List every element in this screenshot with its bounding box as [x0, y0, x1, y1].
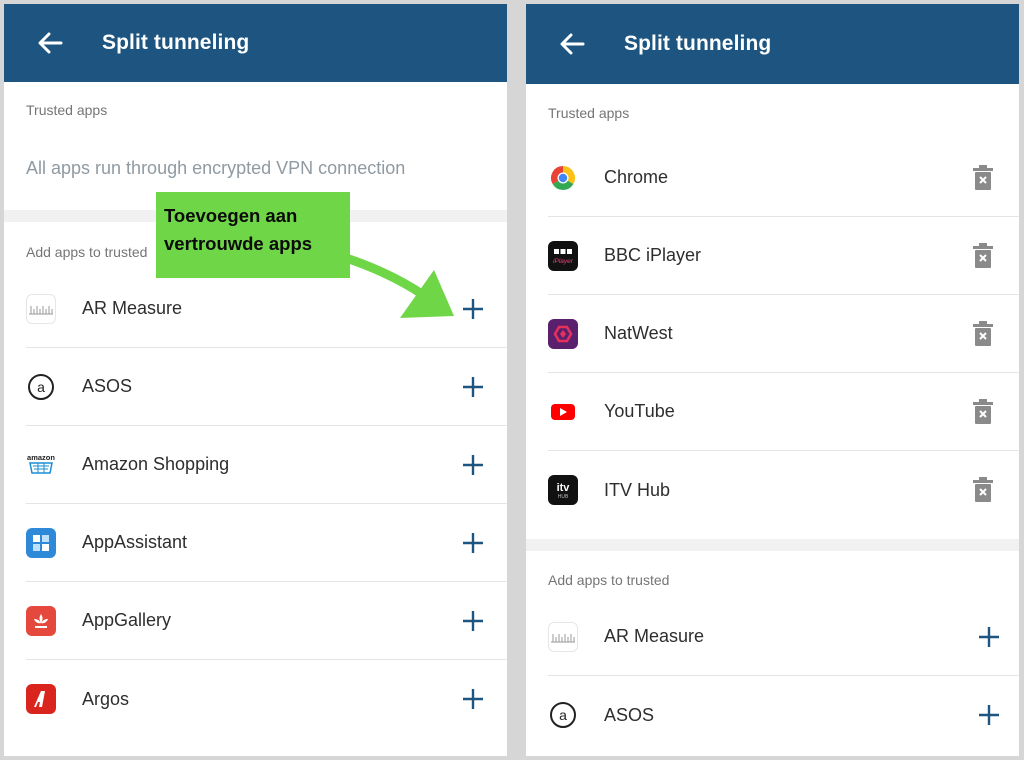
- back-arrow-icon: [560, 33, 585, 55]
- list-item: NatWest: [548, 295, 1019, 373]
- app-name: ITV Hub: [604, 479, 671, 500]
- bbc-iplayer-icon: iPlayer: [548, 240, 578, 271]
- add-button[interactable]: [453, 523, 493, 563]
- svg-text:iPlayer: iPlayer: [553, 258, 574, 265]
- list-item: a ASOS: [26, 348, 507, 426]
- list-item: AppAssistant: [26, 504, 507, 582]
- plus-icon: [463, 376, 483, 397]
- add-apps-label: Add apps to trusted: [548, 572, 670, 588]
- plus-icon: [463, 532, 483, 553]
- itv-hub-icon: itv HUB: [548, 475, 578, 505]
- app-name: Amazon Shopping: [82, 454, 230, 474]
- add-button[interactable]: [453, 445, 493, 485]
- back-button[interactable]: [24, 4, 76, 82]
- natwest-icon: [548, 318, 578, 349]
- svg-text:itv: itv: [557, 482, 571, 494]
- add-button[interactable]: [453, 679, 493, 719]
- delete-button[interactable]: [963, 392, 1003, 432]
- youtube-icon: [548, 397, 578, 427]
- app-name: Chrome: [604, 167, 669, 187]
- asos-icon: a: [26, 372, 56, 402]
- svg-text:a: a: [559, 707, 567, 723]
- plus-icon: [463, 454, 483, 475]
- list-item: iPlayer BBC iPlayer: [548, 217, 1019, 295]
- trusted-empty-note: All apps run through encrypted VPN conne…: [26, 158, 406, 178]
- list-item: YouTube: [548, 373, 1019, 451]
- plus-icon: [463, 689, 483, 709]
- back-arrow-icon: [38, 32, 63, 54]
- plus-icon: [979, 705, 999, 725]
- delete-button[interactable]: [963, 158, 1003, 198]
- callout-arrow-icon: [342, 253, 454, 318]
- callout-line-2: vertrouwde apps: [164, 233, 313, 254]
- trusted-apps-label: Trusted apps: [26, 102, 108, 118]
- app-name: AppAssistant: [82, 532, 188, 552]
- list-item: a ASOS: [548, 676, 1019, 754]
- add-button[interactable]: [969, 617, 1009, 657]
- appgallery-icon: [26, 605, 56, 636]
- svg-text:a: a: [37, 379, 45, 395]
- add-button[interactable]: [453, 601, 493, 641]
- delete-button[interactable]: [963, 470, 1003, 510]
- annotation-callout: Toevoegen aan vertrouwde apps: [156, 192, 350, 278]
- svg-text:amazon: amazon: [27, 453, 55, 462]
- plus-icon: [979, 626, 999, 647]
- back-button[interactable]: [546, 5, 598, 83]
- trusted-apps-label: Trusted apps: [548, 105, 630, 121]
- appassistant-icon: [26, 527, 56, 558]
- ar-measure-icon: [26, 293, 56, 324]
- asos-icon: a: [548, 700, 578, 730]
- page-title: Split tunneling: [102, 31, 250, 54]
- app-name: NatWest: [604, 323, 673, 343]
- trusted-app-list: Chrome iPlayer BBC iPlayer NatWest YouTu…: [526, 139, 1019, 529]
- ar-measure-icon: [548, 621, 578, 652]
- amazon-shopping-icon: amazon: [26, 449, 56, 480]
- app-name: ASOS: [82, 376, 133, 396]
- svg-text:HUB: HUB: [558, 494, 569, 500]
- right-screen: Split tunneling Trusted apps Chrome iPla…: [526, 4, 1019, 756]
- chrome-icon: [548, 163, 578, 193]
- argos-icon: [26, 684, 56, 714]
- list-item: AR Measure: [548, 598, 1019, 676]
- add-button[interactable]: [453, 367, 493, 407]
- trash-icon: [973, 164, 993, 190]
- trash-icon: [973, 242, 993, 268]
- page-title: Split tunneling: [624, 32, 772, 55]
- callout-line-1: Toevoegen aan: [164, 205, 298, 226]
- left-screen: Split tunneling Trusted apps All apps ru…: [4, 4, 507, 756]
- list-item: AppGallery: [26, 582, 507, 660]
- delete-button[interactable]: [963, 236, 1003, 276]
- add-app-list: AR Measure a ASOS amazon Amazon Shopping…: [4, 270, 507, 738]
- list-item: amazon Amazon Shopping: [26, 426, 507, 504]
- app-name: AR Measure: [604, 626, 705, 646]
- section-divider: [526, 539, 1019, 551]
- list-item: itv HUB ITV Hub: [548, 451, 1019, 529]
- app-name: YouTube: [604, 401, 675, 421]
- app-name: BBC iPlayer: [604, 245, 702, 265]
- add-button[interactable]: [969, 695, 1009, 735]
- delete-button[interactable]: [963, 314, 1003, 354]
- trash-icon: [973, 398, 993, 424]
- list-item: Argos: [26, 660, 507, 738]
- app-name: AppGallery: [82, 610, 172, 630]
- app-name: ASOS: [604, 704, 655, 725]
- plus-icon: [463, 610, 483, 631]
- app-bar: Split tunneling: [4, 4, 507, 82]
- app-bar: Split tunneling: [526, 4, 1019, 84]
- trash-icon: [973, 477, 993, 502]
- add-app-list: AR Measure a ASOS: [526, 598, 1019, 754]
- list-item: Chrome: [548, 139, 1019, 217]
- app-name: Argos: [82, 688, 130, 709]
- trash-icon: [973, 320, 993, 346]
